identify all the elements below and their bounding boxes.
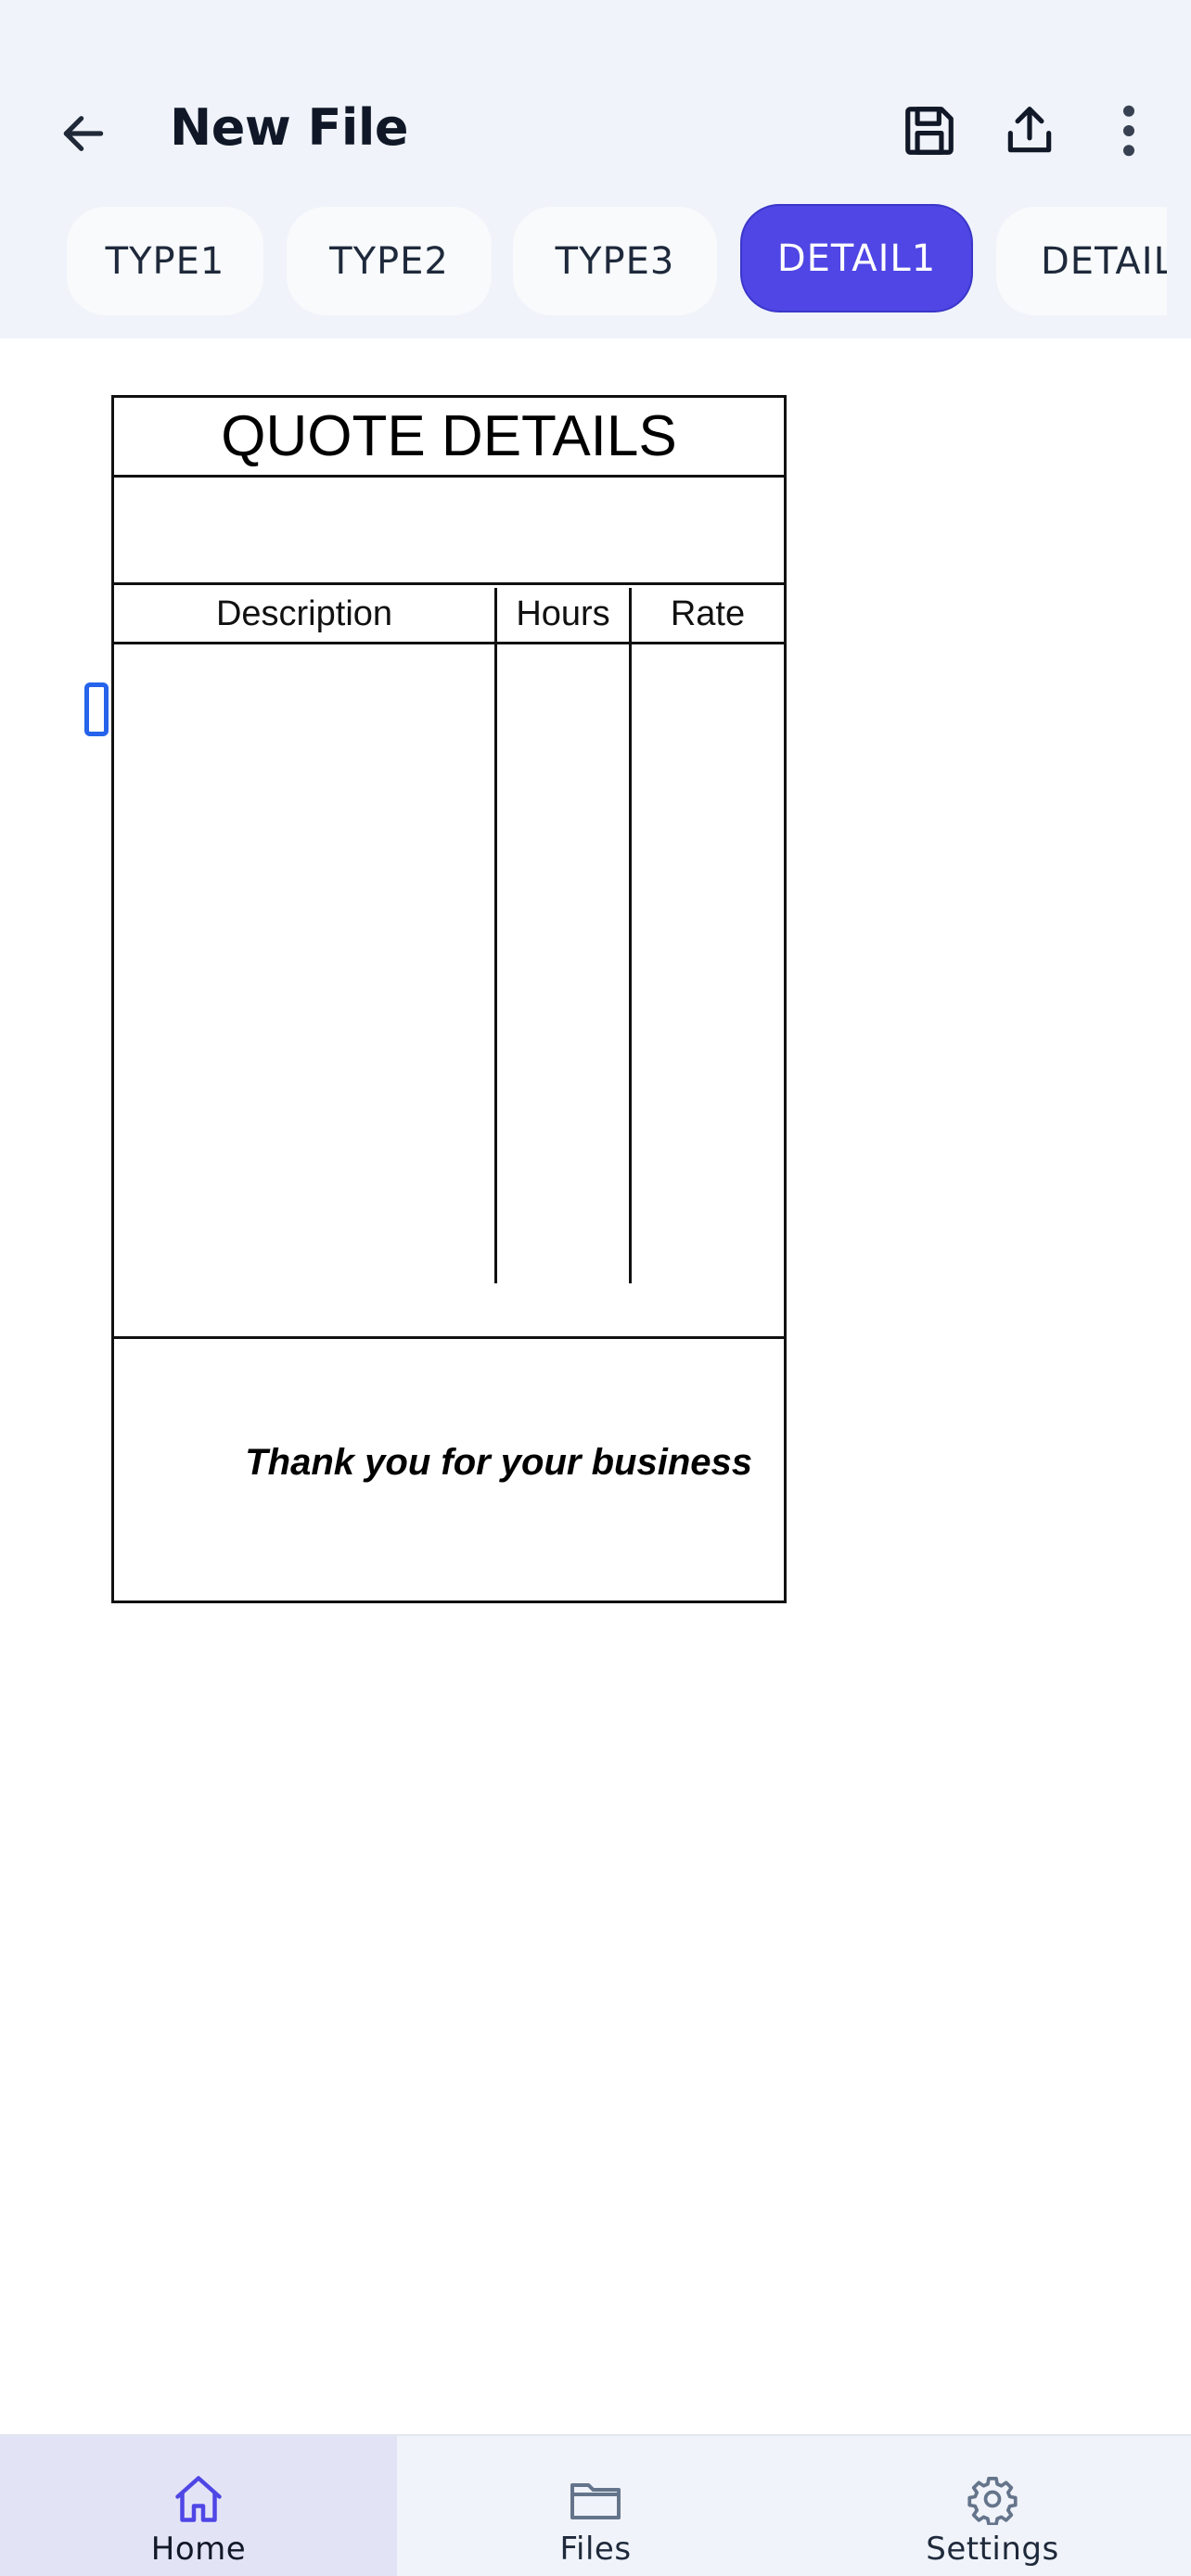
column-header-rate: Rate (670, 593, 746, 633)
back-button[interactable] (46, 96, 121, 171)
tab-detail[interactable]: DETAIL (996, 207, 1167, 315)
body-divider (114, 1336, 784, 1339)
document-blank-section (114, 478, 784, 585)
page-title: New File (170, 98, 409, 157)
type-tabs: TYPE1 TYPE2 TYPE3 DETAIL1 DETAIL (0, 204, 1191, 315)
nav-home[interactable]: Home (0, 2436, 397, 2576)
gear-icon (967, 2476, 1018, 2525)
nav-label-settings: Settings (926, 2531, 1059, 2568)
column-divider (629, 588, 632, 1283)
tab-type2[interactable]: TYPE2 (287, 207, 492, 315)
vertical-ellipsis-icon (1123, 105, 1134, 157)
column-header-hours: Hours (516, 593, 610, 633)
quote-document: QUOTE DETAILS Description Hours Rate Tha… (111, 395, 787, 1603)
nav-files[interactable]: Files (397, 2436, 794, 2576)
nav-settings[interactable]: Settings (794, 2436, 1191, 2576)
upload-icon (1007, 107, 1052, 153)
footer-note: Thank you for your business (245, 1442, 752, 1483)
share-button[interactable] (988, 89, 1071, 172)
folder-icon (570, 2483, 621, 2519)
column-divider (494, 588, 497, 1283)
document-title: QUOTE DETAILS (114, 398, 784, 478)
text-cursor-handle[interactable] (84, 682, 109, 736)
tab-type3[interactable]: TYPE3 (513, 207, 717, 315)
header: New File TYPE1 TYPE2 TYPE3 DETAIL1 DETAI… (0, 0, 1191, 338)
bottom-navigation: Home Files Settings (0, 2434, 1191, 2576)
top-app-bar: New File (0, 74, 1191, 176)
tab-detail1[interactable]: DETAIL1 (740, 204, 973, 312)
tab-type1[interactable]: TYPE1 (67, 207, 263, 315)
arrow-left-icon (63, 116, 104, 151)
more-options-button[interactable] (1087, 89, 1171, 172)
save-button[interactable] (888, 89, 971, 172)
header-divider (114, 642, 784, 644)
app-root: New File TYPE1 TYPE2 TYPE3 DETAIL1 DETAI… (0, 0, 1191, 2576)
home-icon (175, 2476, 222, 2522)
nav-label-files: Files (559, 2531, 632, 2568)
nav-label-home: Home (150, 2531, 247, 2568)
column-header-description: Description (215, 593, 393, 633)
floppy-disk-icon (905, 107, 954, 155)
tabs-scroller[interactable]: TYPE1 TYPE2 TYPE3 DETAIL1 DETAIL (0, 204, 1167, 315)
